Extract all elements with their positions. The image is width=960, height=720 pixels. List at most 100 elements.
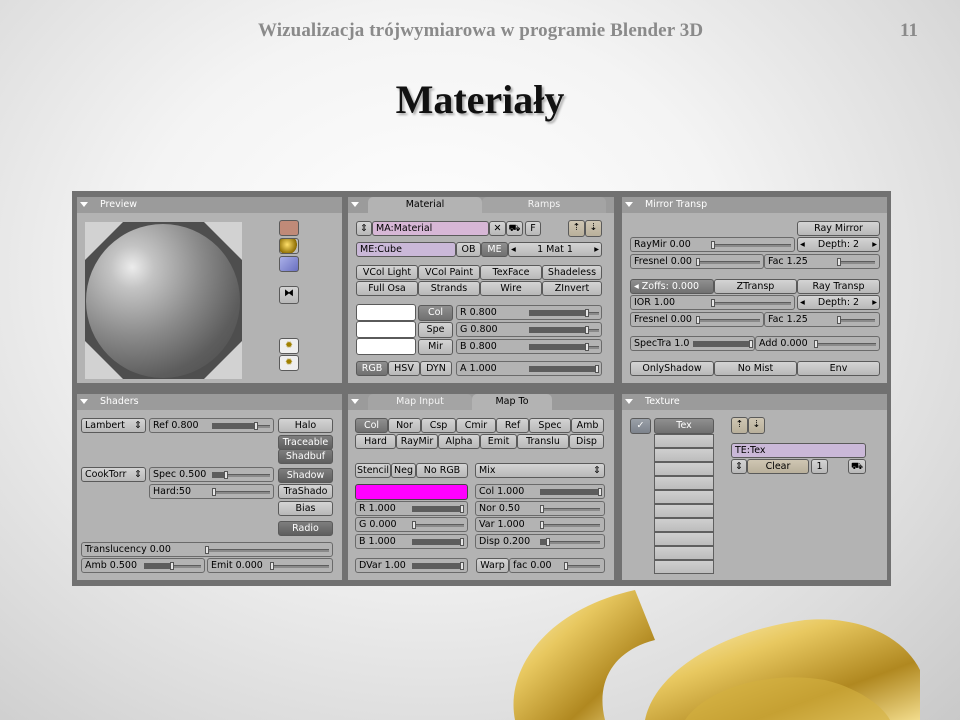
map-raymir-button[interactable]: RayMir — [396, 434, 438, 449]
map-hard-button[interactable]: Hard — [355, 434, 396, 449]
vcol-light-button[interactable]: VCol Light — [356, 265, 418, 280]
texture-color-swatch[interactable] — [355, 484, 468, 500]
shaders-header[interactable]: Shaders — [77, 394, 342, 410]
color-swatch-spe[interactable] — [356, 321, 416, 338]
map-emit-button[interactable]: Emit — [480, 434, 517, 449]
map-nor-slider[interactable]: Nor 0.50 — [475, 501, 605, 516]
texface-button[interactable]: TexFace — [480, 265, 542, 280]
mesh-name-field[interactable]: ME:Cube — [356, 242, 456, 257]
mir-button[interactable]: Mir — [418, 339, 453, 355]
col-button[interactable]: Col — [418, 305, 453, 321]
sphere-icon[interactable] — [279, 238, 299, 254]
zoffs-field[interactable]: ◂ Zoffs: 0.000 — [630, 279, 714, 294]
material-name-field[interactable]: MA:Material — [372, 221, 489, 236]
map-col-slider[interactable]: Col 1.000 — [475, 484, 605, 499]
dvar-slider[interactable]: DVar 1.00 — [355, 558, 468, 573]
full-osa-button[interactable]: Full Osa — [356, 281, 418, 296]
bias-button[interactable]: Bias — [278, 501, 333, 516]
r-slider[interactable]: R 0.800 — [456, 305, 602, 320]
diffuse-shader-select[interactable]: Lambert ⇕ — [81, 418, 146, 433]
ior-slider[interactable]: IOR 1.00 — [630, 295, 795, 310]
fake-user-button[interactable]: F — [525, 221, 541, 236]
tab-map-input[interactable]: Map Input — [368, 394, 472, 410]
no-mist-button[interactable]: No Mist — [714, 361, 797, 376]
preview-header[interactable]: Preview — [77, 197, 342, 213]
fresnel1-slider[interactable]: Fresnel 0.00 — [630, 254, 764, 269]
specular-shader-select[interactable]: CookTorr ⇕ — [81, 467, 146, 482]
warp-fac-slider[interactable]: fac 0.00 — [509, 558, 605, 573]
dyn-mode-button[interactable]: DYN — [420, 361, 452, 376]
map-amb-button[interactable]: Amb — [571, 418, 604, 433]
radio-button[interactable]: Radio — [278, 521, 333, 536]
fac1-slider[interactable]: Fac 1.25 — [764, 254, 880, 269]
fresnel2-slider[interactable]: Fresnel 0.00 — [630, 312, 764, 327]
translucency-slider[interactable]: Translucency 0.00 — [81, 542, 333, 557]
map-alpha-button[interactable]: Alpha — [438, 434, 480, 449]
only-shadow-button[interactable]: OnlyShadow — [630, 361, 714, 376]
map-disp-slider[interactable]: Disp 0.200 — [475, 534, 605, 549]
plane-icon[interactable] — [279, 220, 299, 236]
ray-mirror-button[interactable]: Ray Mirror — [797, 221, 880, 236]
add-slider[interactable]: Add 0.000 — [755, 336, 880, 351]
light-icon[interactable]: ✹ — [279, 355, 299, 371]
texture-channel-slot[interactable] — [654, 504, 714, 518]
collapse-icon[interactable] — [80, 202, 88, 207]
texture-header[interactable]: Texture — [622, 394, 887, 410]
monkey-icon[interactable]: ⧓ — [279, 286, 299, 304]
cube-icon[interactable] — [279, 256, 299, 272]
traceable-button[interactable]: Traceable — [278, 435, 333, 450]
hard-slider[interactable]: Hard:50 — [149, 484, 274, 499]
depth1-field[interactable]: ◂ Depth: 2 ▸ — [797, 237, 880, 252]
depth2-field[interactable]: ◂ Depth: 2 ▸ — [797, 295, 880, 310]
texture-channel-slot[interactable] — [654, 560, 714, 574]
map-r-slider[interactable]: R 1.000 — [355, 501, 468, 516]
texture-channel-slot[interactable] — [654, 490, 714, 504]
tab-map-to[interactable]: Map To — [472, 394, 552, 410]
neg-button[interactable]: Neg — [391, 463, 416, 478]
strands-button[interactable]: Strands — [418, 281, 480, 296]
map-nor-button[interactable]: Nor — [388, 418, 421, 433]
clear-texture-button[interactable]: Clear — [747, 459, 809, 474]
halo-button[interactable]: Halo — [278, 418, 333, 433]
material-index-field[interactable]: ◂ 1 Mat 1 ▸ — [508, 242, 602, 257]
texture-channel-slot[interactable] — [654, 518, 714, 532]
texture-channel-slot[interactable] — [654, 476, 714, 490]
map-ref-button[interactable]: Ref — [496, 418, 529, 433]
raymir-slider[interactable]: RayMir 0.00 — [630, 237, 795, 252]
warp-button[interactable]: Warp — [476, 558, 509, 573]
g-slider[interactable]: G 0.800 — [456, 322, 602, 337]
delete-material-icon[interactable]: ✕ — [489, 221, 506, 236]
mirror-transp-header[interactable]: Mirror Transp — [622, 197, 887, 213]
light-icon[interactable]: ✹ — [279, 338, 299, 354]
fac2-slider[interactable]: Fac 1.25 — [764, 312, 880, 327]
paste-down-icon[interactable]: ⇣ — [585, 220, 602, 237]
ref-slider[interactable]: Ref 0.800 — [149, 418, 274, 433]
map-b-slider[interactable]: B 1.000 — [355, 534, 468, 549]
map-var-slider[interactable]: Var 1.000 — [475, 517, 605, 532]
auto-name-icon[interactable]: ⛟ — [506, 221, 523, 236]
copy-up-icon[interactable]: ⇡ — [568, 220, 585, 237]
blend-mode-select[interactable]: Mix ⇕ — [475, 463, 605, 478]
emit-slider[interactable]: Emit 0.000 — [207, 558, 333, 573]
texture-enable-checkbox[interactable]: ✓ — [630, 418, 651, 434]
ztransp-button[interactable]: ZTransp — [714, 279, 797, 294]
me-link-button[interactable]: ME — [481, 242, 508, 257]
texture-channel-slot[interactable] — [654, 532, 714, 546]
map-csp-button[interactable]: Csp — [421, 418, 456, 433]
spe-button[interactable]: Spe — [418, 322, 453, 338]
collapse-icon[interactable] — [80, 399, 88, 404]
map-disp-button[interactable]: Disp — [569, 434, 604, 449]
no-rgb-button[interactable]: No RGB — [416, 463, 468, 478]
color-swatch-mir[interactable] — [356, 338, 416, 355]
hsv-mode-button[interactable]: HSV — [388, 361, 420, 376]
rgb-mode-button[interactable]: RGB — [356, 361, 388, 376]
texture-name-field[interactable]: TE:Tex — [731, 443, 866, 458]
collapse-icon[interactable] — [625, 202, 633, 207]
map-translu-button[interactable]: Translu — [517, 434, 569, 449]
vcol-paint-button[interactable]: VCol Paint — [418, 265, 480, 280]
shadbuf-button[interactable]: Shadbuf — [278, 449, 333, 464]
zinvert-button[interactable]: ZInvert — [542, 281, 602, 296]
trashado-button[interactable]: TraShado — [278, 484, 333, 499]
spectra-slider[interactable]: SpecTra 1.0 — [630, 336, 755, 351]
spec-slider[interactable]: Spec 0.500 — [149, 467, 274, 482]
